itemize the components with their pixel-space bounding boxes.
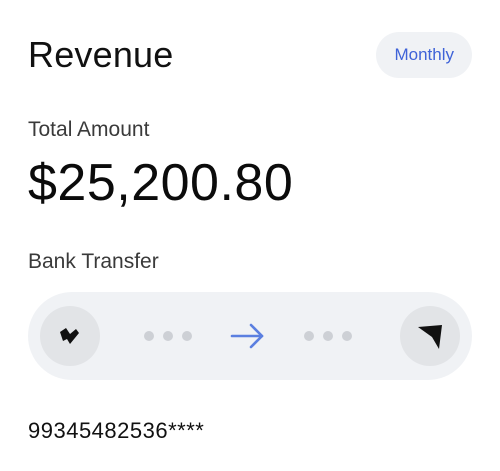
card-header: Revenue Monthly [28, 30, 472, 80]
bank-logo-icon [60, 328, 79, 344]
total-amount-value: $25,200.80 [28, 154, 294, 212]
revenue-card: Revenue Monthly Total Amount $25,200.80 … [0, 0, 500, 471]
send-cursor-icon [418, 325, 442, 349]
progress-dots-right [304, 331, 352, 341]
account-number: 99345482536**** [28, 418, 205, 443]
progress-dot [342, 331, 352, 341]
arrow-right-icon [230, 323, 264, 349]
source-bank-avatar [40, 306, 100, 366]
progress-dot [144, 331, 154, 341]
period-selector-button[interactable]: Monthly [376, 32, 472, 78]
page-title: Revenue [28, 34, 174, 75]
transfer-route-bar [28, 292, 472, 380]
destination-avatar [400, 306, 460, 366]
progress-dot [304, 331, 314, 341]
progress-dot [182, 331, 192, 341]
progress-dot [323, 331, 333, 341]
progress-dots-left [144, 331, 192, 341]
payment-method-label: Bank Transfer [28, 250, 159, 273]
progress-dot [163, 331, 173, 341]
total-amount-label: Total Amount [28, 118, 150, 141]
